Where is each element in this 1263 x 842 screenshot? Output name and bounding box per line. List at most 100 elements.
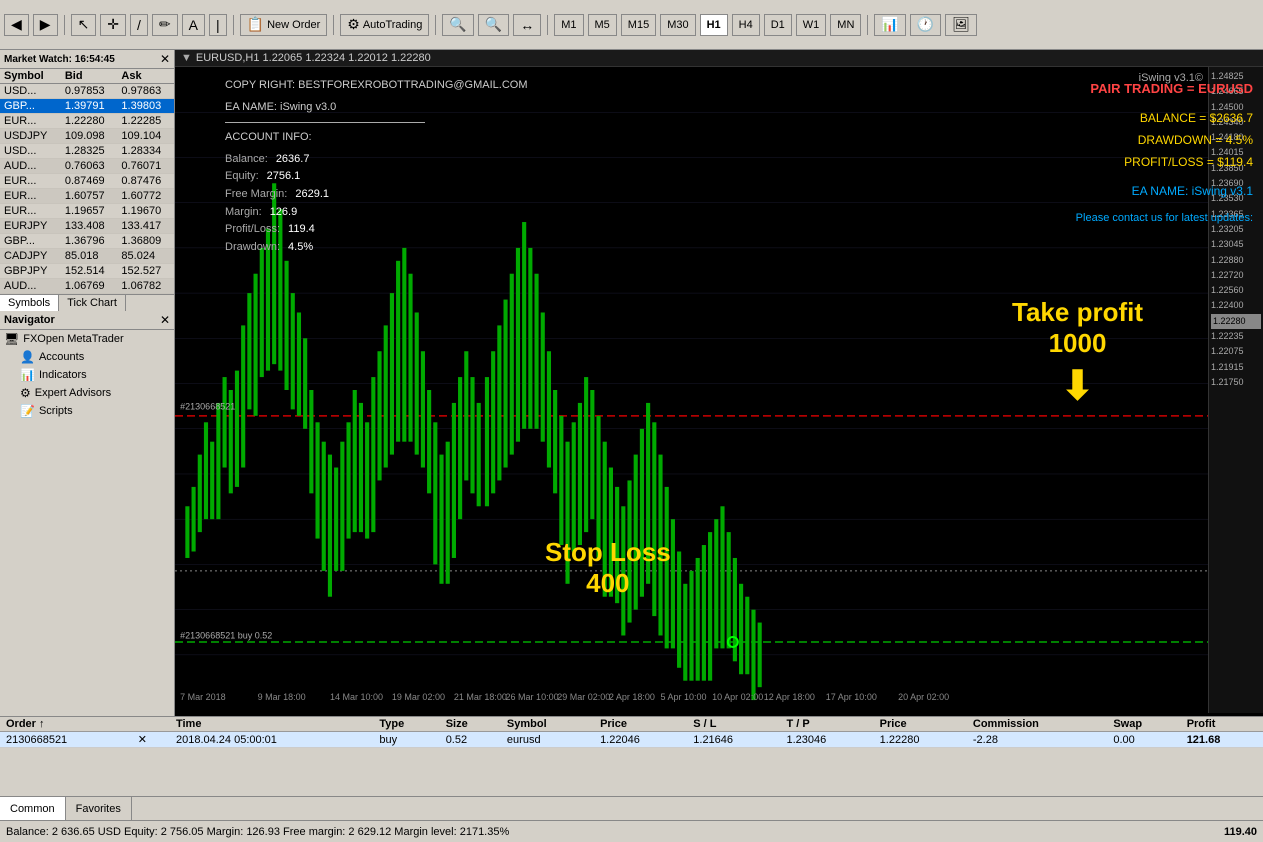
svg-text:17 Apr 10:00: 17 Apr 10:00: [826, 692, 877, 702]
order-row[interactable]: 2130668521 ✕ 2018.04.24 05:00:01 buy 0.5…: [0, 732, 1263, 748]
order-time: 2018.04.24 05:00:01: [170, 732, 373, 748]
mw-ask: 1.36809: [117, 234, 174, 249]
order-commission: -2.28: [967, 732, 1107, 748]
profit-right-label: PROFIT/LOSS = $119.4: [1076, 152, 1253, 174]
svg-text:12 Apr 18:00: 12 Apr 18:00: [764, 692, 815, 702]
market-watch-row[interactable]: USD... 0.97853 0.97863: [0, 84, 174, 99]
separator-2: [233, 15, 234, 35]
market-watch-row[interactable]: AUD... 1.06769 1.06782: [0, 279, 174, 294]
zoom-in-button[interactable]: 🔍: [442, 14, 473, 36]
order-size: 0.52: [440, 732, 501, 748]
market-watch-row[interactable]: USD... 1.28325 1.28334: [0, 144, 174, 159]
market-watch-row[interactable]: AUD... 0.76063 0.76071: [0, 159, 174, 174]
mw-bid: 85.018: [61, 249, 118, 264]
profit-line: Profit/Loss: 119.4: [225, 221, 528, 239]
separator-4: [435, 15, 436, 35]
mw-ask: 0.97863: [117, 84, 174, 99]
svg-text:26 Mar 10:00: 26 Mar 10:00: [506, 692, 559, 702]
period-m1[interactable]: M1: [554, 14, 583, 36]
period-h4[interactable]: H4: [732, 14, 760, 36]
market-watch-row[interactable]: CADJPY 85.018 85.024: [0, 249, 174, 264]
status-bar-text: Balance: 2 636.65 USD Equity: 2 756.05 M…: [6, 826, 509, 838]
nav-fxopen-label: FXOpen MetaTrader: [23, 333, 123, 345]
orders-col-order: Order ↑: [0, 717, 132, 732]
period-separator-button[interactable]: |: [209, 14, 227, 36]
mw-symbol: AUD...: [0, 279, 61, 294]
chart-type-button[interactable]: 📊: [874, 14, 905, 36]
stop-loss-value: 400: [545, 568, 671, 599]
text-button[interactable]: A: [182, 14, 205, 36]
mw-symbol: EUR...: [0, 114, 61, 129]
order-close-btn[interactable]: ✕: [132, 732, 170, 748]
market-watch-row[interactable]: EUR... 1.19657 1.19670: [0, 204, 174, 219]
market-watch-row[interactable]: EUR... 0.87469 0.87476: [0, 174, 174, 189]
back-button[interactable]: ◀: [4, 14, 29, 36]
market-watch-title: Market Watch: 16:54:45: [4, 54, 115, 65]
forward-button[interactable]: ▶: [33, 14, 58, 36]
bottom-tab-favorites[interactable]: Favorites: [66, 797, 132, 820]
market-watch-row[interactable]: EURJPY 133.408 133.417: [0, 219, 174, 234]
market-watch-close[interactable]: ✕: [160, 52, 170, 66]
svg-text:#2130668521 buy 0.52: #2130668521 buy 0.52: [180, 631, 272, 641]
nav-item-expert-advisors[interactable]: ⚙ Expert Advisors: [0, 384, 174, 402]
auto-scroll-button[interactable]: ↔: [513, 14, 541, 36]
objects-button[interactable]: 🖼: [945, 14, 977, 36]
nav-item-fxopen[interactable]: 🖥 FXOpen MetaTrader: [0, 330, 174, 348]
mw-bid: 0.97853: [61, 84, 118, 99]
drawdown-line: Drawdown: 4.5%: [225, 239, 528, 257]
line-button[interactable]: /: [130, 14, 148, 36]
cursor-button[interactable]: ↖: [71, 14, 97, 36]
period-mn[interactable]: MN: [830, 14, 861, 36]
period-m30[interactable]: M30: [660, 14, 695, 36]
crosshair-button[interactable]: ✛: [100, 14, 126, 36]
nav-item-indicators[interactable]: 📊 Indicators: [0, 366, 174, 384]
computer-icon: 🖥: [4, 332, 19, 346]
nav-item-accounts[interactable]: 👤 Accounts: [0, 348, 174, 366]
chart-info-box: COPY RIGHT: BESTFOREXROBOTTRADING@GMAIL.…: [225, 77, 528, 256]
templates-button[interactable]: 🕐: [910, 14, 941, 36]
mw-col-symbol: Symbol: [0, 69, 61, 84]
iswing-badge: iSwing v3.1©: [1139, 72, 1203, 84]
market-watch-scroll[interactable]: Symbol Bid Ask USD... 0.97853 0.97863 GB…: [0, 69, 174, 294]
mw-bid: 1.06769: [61, 279, 118, 294]
period-m5[interactable]: M5: [588, 14, 617, 36]
chart-canvas[interactable]: #2130668521 #2130668521 buy 0.52 7 Mar 2…: [175, 67, 1263, 713]
market-watch-row[interactable]: GBPJPY 152.514 152.527: [0, 264, 174, 279]
navigator-title: Navigator: [4, 314, 55, 326]
nav-item-scripts[interactable]: 📝 Scripts: [0, 402, 174, 420]
period-h1[interactable]: H1: [700, 14, 728, 36]
market-watch-row[interactable]: USDJPY 109.098 109.104: [0, 129, 174, 144]
take-profit-text: Take profit: [1012, 297, 1143, 328]
order-profit: 121.68: [1181, 732, 1263, 748]
mw-symbol: GBPJPY: [0, 264, 61, 279]
period-m15[interactable]: M15: [621, 14, 656, 36]
auto-trading-button[interactable]: ⚙ AutoTrading: [340, 14, 429, 36]
nav-ea-label: Expert Advisors: [35, 387, 111, 399]
period-w1[interactable]: W1: [796, 14, 827, 36]
mw-tab-tick-chart[interactable]: Tick Chart: [59, 295, 126, 311]
new-order-button[interactable]: 📋 New Order: [240, 14, 328, 36]
account-info-label: ACCOUNT INFO:: [225, 129, 528, 147]
orders-col-symbol: Symbol: [501, 717, 594, 732]
nav-accounts-label: Accounts: [39, 351, 84, 363]
period-d1[interactable]: D1: [764, 14, 792, 36]
bottom-tab-common[interactable]: Common: [0, 797, 66, 820]
svg-text:19 Mar 02:00: 19 Mar 02:00: [392, 692, 445, 702]
draw-button[interactable]: ✏: [152, 14, 178, 36]
market-watch-row[interactable]: GBP... 1.39791 1.39803: [0, 99, 174, 114]
mw-bid: 1.60757: [61, 189, 118, 204]
orders-col-sl: S / L: [687, 717, 780, 732]
contact-label: Please contact us for latest updates:: [1076, 209, 1253, 229]
mw-bid: 0.87469: [61, 174, 118, 189]
take-profit-value: 1000: [1012, 328, 1143, 359]
navigator-close[interactable]: ✕: [160, 313, 170, 327]
info-separator: [225, 122, 425, 123]
market-watch-row[interactable]: EUR... 1.22280 1.22285: [0, 114, 174, 129]
ea-name-text: EA NAME: iSwing v3.0: [225, 99, 528, 117]
mw-bid: 1.36796: [61, 234, 118, 249]
mw-tab-symbols[interactable]: Symbols: [0, 295, 59, 311]
market-watch-row[interactable]: EUR... 1.60757 1.60772: [0, 189, 174, 204]
market-watch-row[interactable]: GBP... 1.36796 1.36809: [0, 234, 174, 249]
zoom-out-button[interactable]: 🔍: [478, 14, 509, 36]
price-1.21750: 1.21750: [1211, 375, 1261, 390]
